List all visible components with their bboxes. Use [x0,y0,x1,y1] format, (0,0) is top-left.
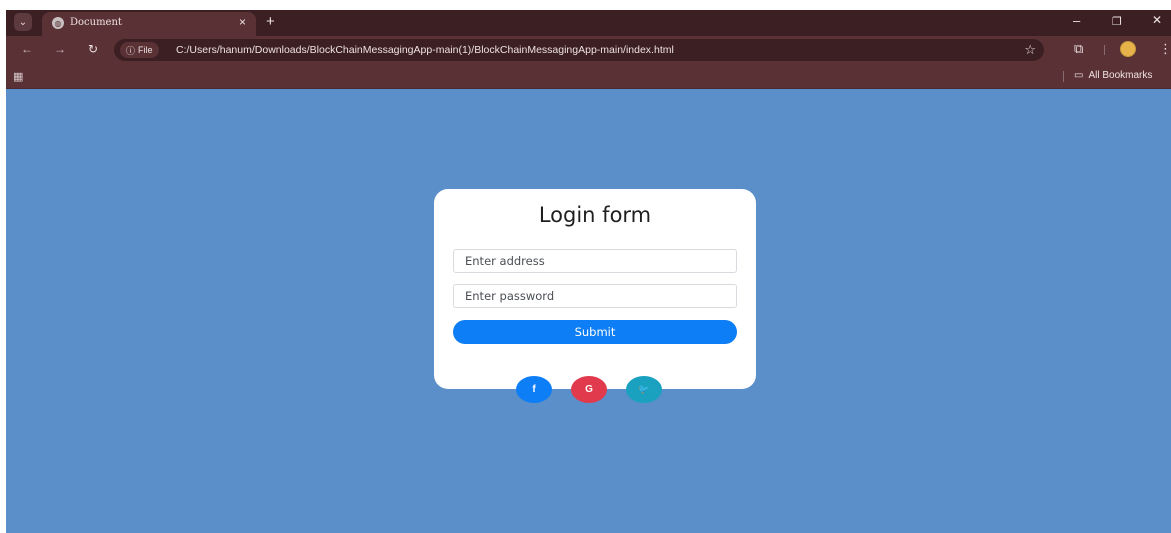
close-window-icon[interactable]: ✕ [1152,13,1162,27]
browser-toolbar: ← → ↻ ⓘ File C:/Users/hanum/Downloads/Bl… [6,36,1171,64]
tab-close-icon[interactable]: × [239,15,246,29]
address-bar[interactable]: ⓘ File C:/Users/hanum/Downloads/BlockCha… [114,39,1044,61]
globe-icon: ◍ [52,17,64,29]
bookmarks-divider [1063,71,1064,82]
submit-button[interactable]: Submit [453,320,737,344]
toolbar-divider [1104,45,1105,55]
password-input[interactable] [453,284,737,308]
login-card: Login form Submit [434,189,756,389]
page-viewport: Login form Submit f G 🐦 [6,90,1171,533]
address-input[interactable] [453,249,737,273]
url-text: C:/Users/hanum/Downloads/BlockChainMessa… [176,44,674,56]
all-bookmarks-label: All Bookmarks [1088,70,1153,81]
browser-window: ⌄ ◍ Document × + – ❐ ✕ ← → ↻ ⓘ File C:/U… [6,10,1171,533]
restore-icon[interactable]: ❐ [1112,15,1122,28]
all-bookmarks-button[interactable]: ▭ All Bookmarks [1074,70,1152,81]
reload-icon[interactable]: ↻ [88,42,98,56]
tab-document[interactable]: ◍ Document × [42,12,256,36]
apps-grid-icon[interactable]: ▦ [13,70,23,83]
forward-icon[interactable]: → [54,42,66,56]
facebook-icon[interactable]: f [516,376,552,403]
star-icon[interactable]: ☆ [1024,42,1036,58]
site-info-label: File [138,45,153,55]
twitter-icon[interactable]: 🐦 [626,376,662,403]
tab-strip: ⌄ ◍ Document × + – ❐ ✕ [6,10,1171,36]
tab-title: Document [70,17,122,28]
avatar[interactable] [1120,41,1136,57]
kebab-menu-icon[interactable]: ⋮ [1159,41,1171,57]
google-icon[interactable]: G [571,376,607,403]
bookmarks-bar: ▦ ▭ All Bookmarks [6,64,1171,89]
minimize-icon[interactable]: – [1073,13,1080,28]
tab-search-button[interactable]: ⌄ [14,13,32,31]
folder-icon: ▭ [1074,70,1084,81]
info-icon: ⓘ [126,45,136,56]
page-title: Login form [538,203,652,227]
site-info-chip[interactable]: ⓘ File [120,42,159,58]
new-tab-button[interactable]: + [266,13,275,30]
chevron-down-icon: ⌄ [18,16,28,28]
back-icon[interactable]: ← [21,42,33,56]
puzzle-icon[interactable]: ⧉ [1074,41,1083,57]
